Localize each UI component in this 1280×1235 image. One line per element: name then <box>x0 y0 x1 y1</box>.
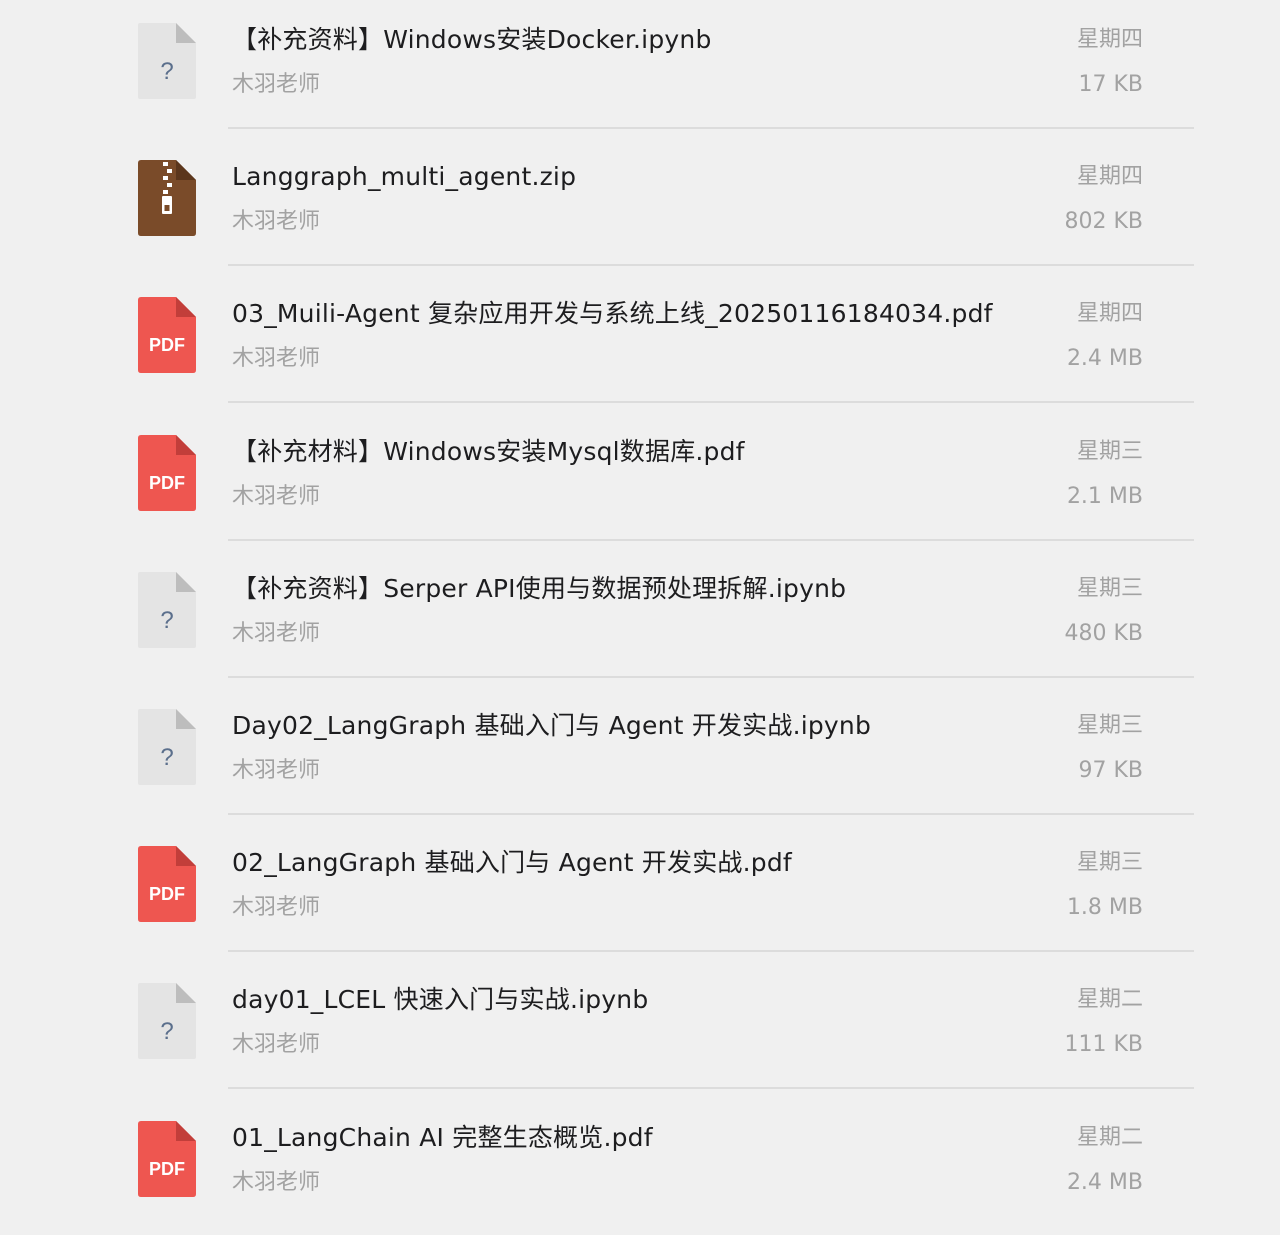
row-divider <box>228 264 1194 267</box>
question-mark-glyph: ? <box>160 58 173 85</box>
row-divider <box>228 1087 1194 1090</box>
file-row[interactable]: PDF 02_LangGraph 基础入门与 Agent 开发实战.pdf 木羽老… <box>0 823 1280 960</box>
unknown-file-icon: ? <box>138 571 196 648</box>
pdf-label-text: PDF <box>149 335 185 355</box>
file-name[interactable]: 【补充资料】Windows安装Docker.ipynb <box>232 25 712 55</box>
row-divider <box>228 401 1194 404</box>
file-row[interactable]: ? day01_LCEL 快速入门与实战.ipynb 木羽老师 星期二 111 KB <box>0 960 1280 1097</box>
zip-archive-icon <box>138 160 196 237</box>
file-date: 星期三 <box>1076 438 1143 464</box>
question-mark-glyph: ? <box>160 607 173 634</box>
file-owner: 木羽老师 <box>232 1169 321 1195</box>
file-owner: 木羽老师 <box>232 758 321 783</box>
file-list: ? 【补充资料】Windows安装Docker.ipynb 木羽老师 星期四 17 K… <box>0 0 1280 1224</box>
file-size: 2.4 MB <box>1066 346 1143 372</box>
file-row[interactable]: PDF 【补充材料】Windows安装Mysql数据库.pdf 木羽老师 星期三 2.… <box>0 412 1280 549</box>
file-name[interactable]: 01_LangChain AI 完整生态概览.pdf <box>232 1123 653 1153</box>
row-divider <box>228 127 1194 129</box>
pdf-label-text: PDF <box>149 884 185 904</box>
file-owner: 木羽老师 <box>232 895 321 921</box>
file-owner: 木羽老师 <box>232 209 321 235</box>
file-date: 星期四 <box>1076 301 1143 327</box>
file-date: 星期四 <box>1076 164 1143 190</box>
file-row[interactable]: PDF 03_Muili-Agent 复杂应用开发与系统上线_202501161… <box>0 274 1280 411</box>
pdf-label-text: PDF <box>149 473 185 493</box>
file-owner: 木羽老师 <box>232 1032 321 1058</box>
file-name[interactable]: 【补充材料】Windows安装Mysql数据库.pdf <box>232 437 745 467</box>
file-size: 480 KB <box>1064 620 1143 646</box>
file-date: 星期三 <box>1076 850 1143 876</box>
pdf-file-icon: PDF <box>138 297 196 374</box>
row-divider <box>228 675 1194 678</box>
row-divider <box>228 538 1194 541</box>
file-name[interactable]: day01_LCEL 快速入门与实战.ipynb <box>232 985 648 1015</box>
file-row[interactable]: Langgraph_multi_agent.zip 木羽老师 星期四 802 KB <box>0 137 1280 274</box>
file-size: 111 KB <box>1064 1032 1143 1058</box>
file-date: 星期二 <box>1076 1124 1143 1150</box>
pdf-file-icon: PDF <box>138 434 196 511</box>
unknown-file-icon: ? <box>138 983 196 1060</box>
file-row[interactable]: ? 【补充资料】Serper API使用与数据预处理拆解.ipynb 木羽老师 星期… <box>0 549 1280 686</box>
file-size: 802 KB <box>1064 209 1143 235</box>
file-name[interactable]: Day02_LangGraph 基础入门与 Agent 开发实战.ipynb <box>232 711 871 741</box>
file-date: 星期三 <box>1076 713 1143 738</box>
file-row[interactable]: ? 【补充资料】Windows安装Docker.ipynb 木羽老师 星期四 17 K… <box>0 0 1280 137</box>
file-size: 1.8 MB <box>1066 895 1143 921</box>
file-owner: 木羽老师 <box>232 346 321 372</box>
file-size: 2.4 MB <box>1066 1169 1143 1195</box>
file-date: 星期三 <box>1076 575 1143 601</box>
row-divider <box>228 950 1194 953</box>
question-mark-glyph: ? <box>160 1018 173 1045</box>
file-size: 17 KB <box>1078 72 1143 97</box>
unknown-file-icon: ? <box>138 23 196 99</box>
file-name[interactable]: 【补充资料】Serper API使用与数据预处理拆解.ipynb <box>232 574 846 604</box>
file-row[interactable]: PDF 01_LangChain AI 完整生态概览.pdf 木羽老师 星期二 2.4… <box>0 1098 1280 1235</box>
file-row[interactable]: ? Day02_LangGraph 基础入门与 Agent 开发实战.ipynb… <box>0 686 1280 823</box>
file-owner: 木羽老师 <box>232 620 321 646</box>
file-size: 2.1 MB <box>1066 483 1143 509</box>
file-date: 星期四 <box>1076 27 1143 52</box>
file-owner: 木羽老师 <box>232 72 321 97</box>
file-name[interactable]: 02_LangGraph 基础入门与 Agent 开发实战.pdf <box>232 848 792 878</box>
file-size: 97 KB <box>1078 758 1143 783</box>
pdf-file-icon: PDF <box>138 846 196 923</box>
file-date: 星期二 <box>1076 987 1143 1013</box>
pdf-file-icon: PDF <box>138 1120 196 1197</box>
row-divider <box>228 813 1194 815</box>
question-mark-glyph: ? <box>160 744 173 771</box>
pdf-label-text: PDF <box>149 1159 185 1179</box>
file-owner: 木羽老师 <box>232 483 321 509</box>
file-name[interactable]: Langgraph_multi_agent.zip <box>232 162 576 192</box>
unknown-file-icon: ? <box>138 709 196 785</box>
file-name[interactable]: 03_Muili-Agent 复杂应用开发与系统上线_2025011618403… <box>232 299 993 329</box>
